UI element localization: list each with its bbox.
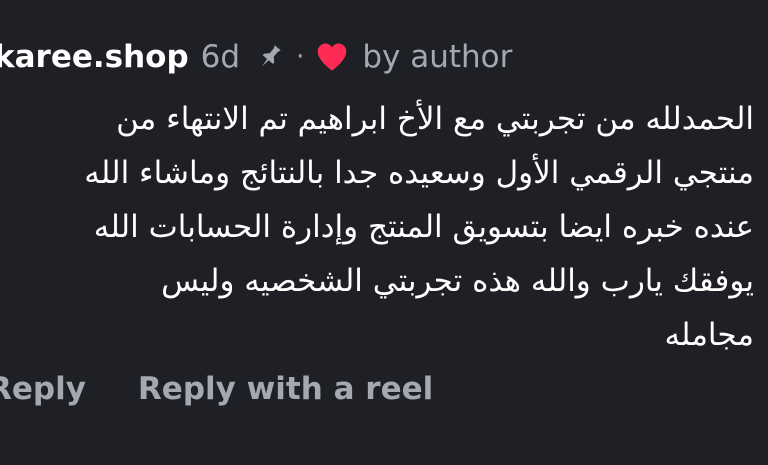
reply-button[interactable]: Reply (0, 371, 86, 407)
comment-header: karee.shop 6d · by author (0, 32, 512, 82)
comment-body: الحمدلله من تجربتي مع الأخ ابراهيم تم ال… (0, 92, 754, 362)
by-author-label: by author (362, 39, 513, 75)
comment: karee.shop 6d · by author الحمدلله من تج… (0, 0, 768, 465)
comment-body-line: يوفقك يارب والله هذه تجربتي الشخصيه وليس (161, 263, 754, 299)
comment-body-line: منتجي الرقمي الأول وسعيده جدا بالنتائج و… (84, 155, 754, 191)
heart-icon[interactable] (314, 39, 350, 75)
comment-body-line: الحمدلله من تجربتي مع الأخ ابراهيم تم ال… (116, 101, 754, 137)
comment-timestamp: 6d (200, 39, 241, 75)
comment-body-line: عنده خبره ايضا بتسويق المنتج وإدارة الحس… (93, 209, 754, 245)
comment-body-line: مجامله (664, 317, 754, 353)
comment-actions: Reply Reply with a reel (0, 364, 433, 414)
comment-username[interactable]: karee.shop (0, 39, 189, 75)
separator-dot: · (296, 42, 305, 72)
pin-icon (254, 41, 286, 73)
reply-with-reel-button[interactable]: Reply with a reel (138, 371, 433, 407)
